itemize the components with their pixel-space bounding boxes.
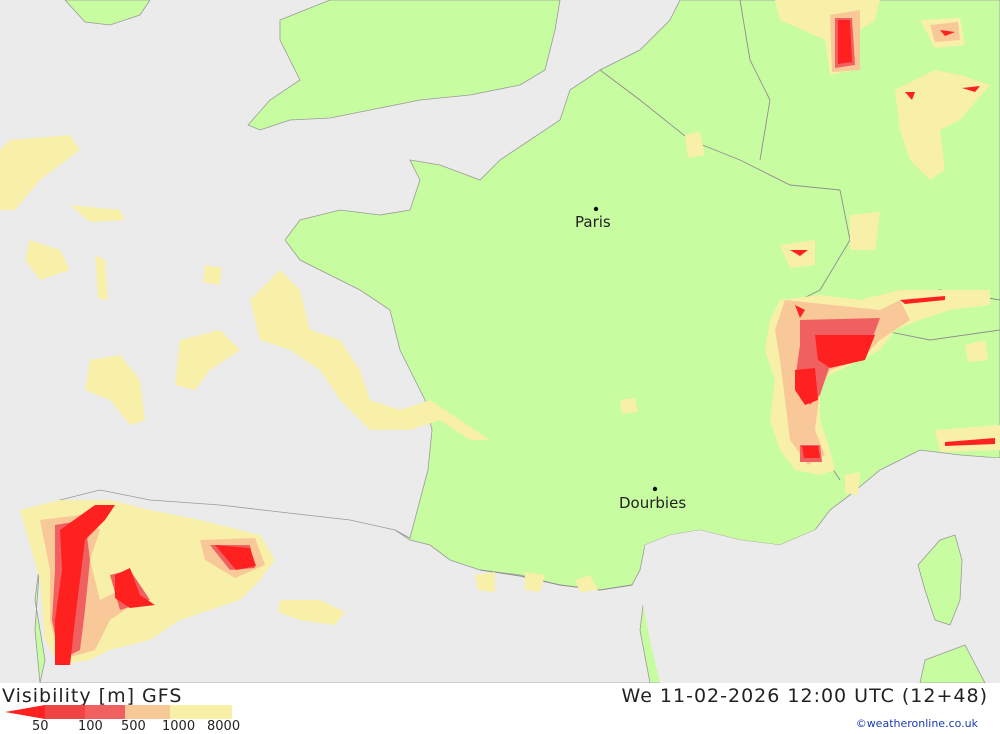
visibility-map[interactable]: Paris Dourbies: [0, 0, 1000, 684]
legend-label-50: 50: [32, 719, 49, 734]
dourbies-marker: [652, 486, 658, 492]
paris-marker: [593, 206, 599, 212]
map-footer: Visibility [m] GFS We 11-02-2026 12:00 U…: [0, 683, 1000, 734]
legend-label-8000: 8000: [207, 719, 241, 734]
legend-label-1000: 1000: [162, 719, 196, 734]
legend-colorbar: [5, 705, 232, 719]
credit-link[interactable]: ©weatheronline.co.uk: [856, 717, 978, 730]
city-label-dourbies: Dourbies: [619, 494, 686, 512]
map-title: Visibility [m] GFS: [2, 685, 183, 707]
legend-label-100: 100: [78, 719, 103, 734]
city-label-paris: Paris: [575, 213, 611, 231]
legend-label-500: 500: [121, 719, 146, 734]
map-valid-time: We 11-02-2026 12:00 UTC (12+48): [621, 685, 988, 707]
